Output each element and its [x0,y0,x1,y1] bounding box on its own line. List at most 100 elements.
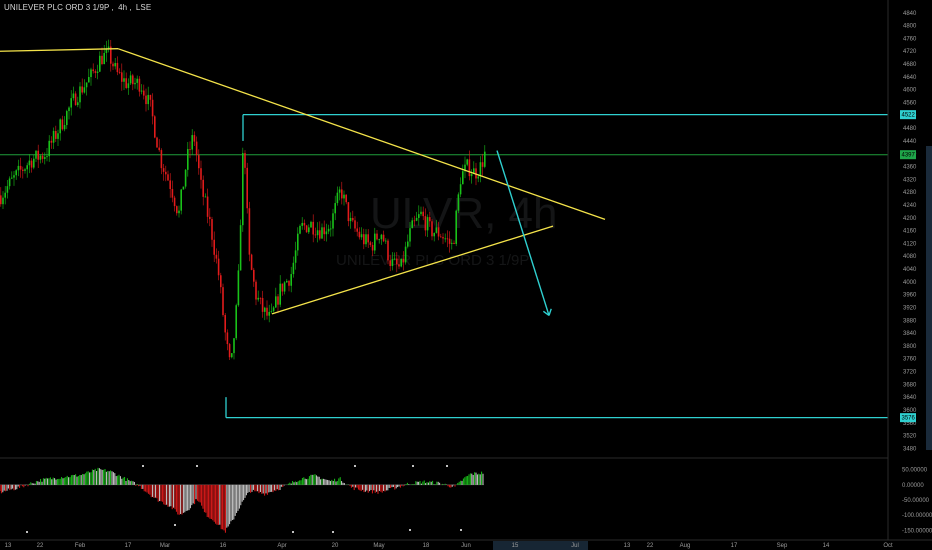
candle-body [6,186,9,193]
candle-body [323,227,325,235]
watermark-subtitle: UNILEVER PLC ORD 3 1/9P [336,252,529,269]
candle-body [48,140,50,157]
price-tick-label: 4440 [903,139,917,145]
time-tick-label: 22 [647,543,654,549]
candle-body [59,119,61,134]
candle-body [189,149,191,150]
price-tick-label: 3480 [903,446,917,452]
price-tick-label: 4560 [903,100,917,106]
ascending-support-trendline[interactable] [271,225,554,315]
candle-body [448,238,451,244]
candle-body [125,78,127,88]
time-tick-label: May [373,543,384,549]
candle-body [116,63,119,73]
candle-body [352,217,354,221]
oscillator-tick-label: 0.00000 [902,483,924,489]
price-tick-label: 4760 [903,36,917,42]
time-tick-label: 16 [220,543,227,549]
candle-body [233,338,235,354]
candle-body [248,208,251,255]
candle-body [217,258,220,276]
price-axis[interactable]: 4840480047604720468046404600456045204480… [887,0,917,540]
candle-body [264,307,266,312]
candle-body [162,168,165,172]
candle-body [272,307,275,312]
candle-body [79,86,81,103]
chart-canvas[interactable]: ULVR, 4h UNILEVER PLC ORD 3 1/9P 50.0000… [0,0,932,550]
candle-body [114,63,116,67]
candle-body [158,147,160,151]
candle-body [367,234,369,243]
price-tick-label: 3680 [903,382,917,388]
oscillator-tick-label: -150.00000 [902,528,932,534]
descending-resistance-trendline[interactable] [117,48,606,221]
oscillator-tick-label: -100.00000 [902,513,932,519]
candle-body [77,102,79,106]
price-tick-label: 3760 [903,357,917,363]
candle-body [61,119,64,130]
support-price-badge-text: 3576 [902,416,916,422]
candle-body [55,131,57,139]
candle-body [336,192,339,204]
candle-body [477,176,479,179]
candle-body [376,233,378,240]
oscillator-tick-label: -50.00000 [902,498,930,504]
candle-body [184,169,187,187]
candle-body [327,228,330,232]
candle-body [374,233,376,251]
candle-body [145,95,147,105]
price-tick-label: 4080 [903,254,917,260]
candle-body [24,169,26,171]
candle-body [226,332,229,345]
candle-body [400,258,402,267]
candle-body [310,221,312,228]
candle-body [431,221,433,237]
candle-body [466,159,468,165]
candle-body [396,258,398,265]
candle-body [136,78,138,83]
candle-body [129,75,132,84]
candle-body [275,296,277,308]
candle-body [303,222,306,226]
candle-body [422,211,424,217]
candle-body [222,287,224,316]
candle-body [290,274,292,286]
time-axis[interactable]: 13 22 Feb 17 Mar 16 Apr 20 May 18 Jun 13 22 Aug 17 Sep 1… [0,539,932,550]
candle-body [215,254,218,259]
candle-body [455,210,457,244]
candle-body [52,131,55,143]
candle-body [63,125,66,130]
price-tick-label: 4240 [903,203,917,209]
candle-body [220,275,222,288]
candle-body [343,194,345,199]
candle-body [182,186,185,190]
candle-body [411,220,413,229]
candle-body [206,196,209,217]
candle-body [50,140,53,143]
candle-body [118,72,121,73]
candle-body [41,155,44,159]
candle-body [259,297,262,299]
candle-body [365,234,367,245]
candle-body [202,179,204,197]
candle-body [81,86,83,93]
price-tick-label: 4280 [903,190,917,196]
candle-body [415,217,418,221]
resistance-price-badge-text: 4522 [902,113,916,119]
candle-body [96,71,99,73]
candle-body [101,55,103,65]
oscillator-pane[interactable]: 50.00000 0.00000 -50.00000 -100.00000 -150.0… [0,465,932,534]
candle-body [121,72,123,82]
candle-body [371,244,374,251]
pivot-line-trendline[interactable] [0,48,119,52]
oscillator-dot [142,465,144,467]
candle-body [442,237,444,239]
price-tick-label: 4200 [903,216,917,222]
candle-body [277,296,279,305]
time-tick-label: 13 [624,543,631,549]
candle-body [193,135,196,142]
price-scale-scrollbar[interactable] [926,146,932,450]
candle-body [4,192,6,198]
price-tick-label: 4040 [903,267,917,273]
candle-body [462,171,464,185]
